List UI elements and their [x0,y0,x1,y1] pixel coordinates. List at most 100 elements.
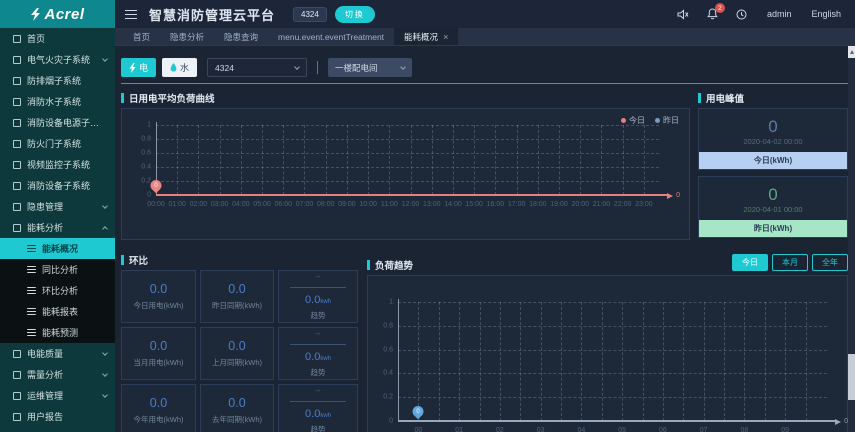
x-tick-label: 00:00 [147,201,165,208]
y-tick-label: 0.6 [383,346,393,354]
sidebar-item-用户报告[interactable]: 用户报告 [0,406,115,427]
pin-marker: 0 [410,403,427,420]
sidebar-menu: 首页 电气火灾子系统 防排烟子系统消防水子系统消防设备电源子系统防火门子系统 视频监控… [0,28,115,432]
scrollbar-thumb[interactable] [848,354,855,400]
tab-首页[interactable]: 首页 [123,28,160,45]
trend-divider [290,401,346,402]
sidebar-subitem-能耗预测[interactable]: 能耗预测 [0,322,115,343]
bell-icon[interactable]: 2 [707,3,725,20]
tab-隐患查询[interactable]: 隐患查询 [214,28,268,45]
device-select[interactable]: 4324 [207,58,308,77]
trend-label: 趋势 [310,311,326,320]
sidebar-subitem-label: 能耗报表 [42,307,79,317]
x-tick-label: 05 [618,427,627,432]
subitem-icon [27,266,36,273]
x-tick-label: 07:00 [295,201,314,208]
x-tick-label: 05:00 [253,201,271,208]
x-axis-line [398,420,835,422]
sidebar-item-视频监控子系统[interactable]: 视频监控子系统 [0,154,115,175]
ring-trend-box: -- 0.0kwh 趋势 [278,327,358,380]
sidebar-item-运维管理[interactable]: 运维管理 [0,385,115,406]
tab-能耗概况[interactable]: 能耗概况 × [394,28,459,45]
v-gridline [744,302,746,421]
ring-value: 0.0 [228,339,246,353]
main-column: 智慧消防管理云平台 4324 切换 2 admin English 首页 隐患分析… [115,0,855,432]
sidebar-item-首页[interactable]: 首页 [0,28,115,49]
h-gridline [398,302,827,303]
sidebar-item-label: 能耗分析 [27,223,64,233]
sidebar-item-能耗分析[interactable]: 能耗分析 [0,217,115,238]
range-buttons: 今日 本月 全年 [732,254,848,271]
x-tick-label: 17:00 [507,201,526,208]
range-button-本月[interactable]: 本月 [772,254,808,271]
sidebar-item-防排烟子系统[interactable]: 防排烟子系统 [0,70,115,91]
v-gridline [177,125,179,195]
sidebar-item-电气火灾子系统[interactable]: 电气火灾子系统 [0,49,115,70]
v-gridline [622,302,624,421]
ring-label: 今年用电(kWh) [133,415,184,424]
electric-toggle-label: 电 [139,63,149,73]
sidebar-item-需量分析[interactable]: 需量分析 [0,364,115,385]
water-toggle-button[interactable]: 水 [162,58,198,77]
scrollbar-up-arrow[interactable] [848,46,855,58]
subitem-icon [27,329,36,336]
sidebar-item-消防设备子系统[interactable]: 消防设备子系统 [0,175,115,196]
sidebar-subitem-同比分析[interactable]: 同比分析 [0,259,115,280]
sidebar-item-消防设备电源子系统[interactable]: 消防设备电源子系统 [0,112,115,133]
sidebar-item-防火门子系统[interactable]: 防火门子系统 [0,133,115,154]
h-gridline [156,153,659,154]
clock-icon[interactable] [736,9,747,20]
language-switcher[interactable]: English [811,9,841,19]
speaker-muted-icon[interactable] [677,8,689,20]
x-tick-label: 01 [455,427,464,432]
sidebar-subitem-能耗报表[interactable]: 能耗报表 [0,301,115,322]
x-tick-label: 11:00 [380,201,398,208]
sidebar-item-消防水子系统[interactable]: 消防水子系统 [0,91,115,112]
sidebar-item-label: 消防水子系统 [27,97,82,107]
v-gridline [805,302,807,421]
menu-collapse-icon[interactable] [125,9,137,19]
h-gridline [156,181,659,182]
sidebar-item-label: 用户报告 [27,412,64,422]
sidebar-item-隐患管理[interactable]: 隐患管理 [0,196,115,217]
x-tick-label: 04:00 [232,201,250,208]
v-gridline [561,302,563,421]
x-tick-label: 13:00 [423,201,441,208]
ring-value: 0.0 [149,396,168,410]
range-button-今日[interactable]: 今日 [732,254,768,271]
v-gridline [389,125,391,195]
v-gridline [520,302,522,421]
x-tick-label: 06:00 [274,201,293,208]
user-menu[interactable]: admin [767,9,792,19]
v-gridline [601,125,603,195]
electric-toggle-button[interactable]: 电 [121,58,157,77]
sidebar-item-电能质量[interactable]: 电能质量 [0,343,115,364]
h-gridline [156,167,659,168]
ring-stat-box: 0.0 上月同期(kWh) [200,327,274,380]
trend-value: 0.0kwh [305,351,331,363]
ring-grid: 0.0 今日用电(kWh) 0.0 昨日同期(kWh) -- 0.0kwh 趋势 0.0 当月用… [121,270,358,432]
legend-dot [655,118,660,123]
x-tick-label: 03:00 [210,201,229,208]
range-button-全年[interactable]: 全年 [812,254,848,271]
v-gridline [219,125,221,195]
sidebar-item-label: 消防设备电源子系统 [27,118,107,128]
app-window: Acrel 首页 电气火灾子系统 防排烟子系统消防水子系统消防设备电源子系统防火门子… [0,0,855,432]
room-select[interactable]: 一楼配电间 [328,58,413,77]
scrollbar[interactable] [848,46,855,432]
load-trend-plot: 0 0.2 0.4 0.6 0.8 1 00 01 02 03 04 05 06 07 08 09 0 0 [383,299,848,432]
close-icon[interactable]: × [443,32,448,42]
room-select-value: 一楼配电间 [335,62,378,73]
v-gridline [438,302,440,421]
v-gridline [198,125,200,195]
tab-menu.event.eventTreatment[interactable]: menu.event.eventTreatment [268,28,394,45]
tab-隐患分析[interactable]: 隐患分析 [160,28,214,45]
switch-project-button[interactable]: 切换 [334,5,375,23]
daily-load-title: 日用电平均负荷曲线 [121,92,690,105]
sidebar-subitem-环比分析[interactable]: 环比分析 [0,280,115,301]
brand-logo-text: Acrel [44,5,85,23]
v-gridline [683,302,685,421]
sidebar-subitem-能耗概况[interactable]: 能耗概况 [0,238,115,259]
content-area: 电 水 4324 一楼配电间 日用电平均负荷曲线 今日 昨日 0 0.2 0.4… [115,46,855,432]
peak-datetime: 2020-04-01 00:00 [743,205,803,214]
